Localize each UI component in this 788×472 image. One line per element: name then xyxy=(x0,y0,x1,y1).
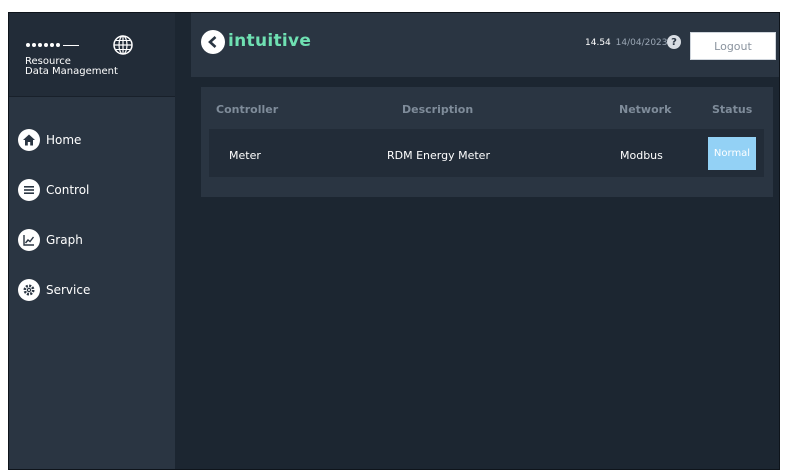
sidebar-item-home[interactable]: Home xyxy=(9,121,175,159)
controller-table: Controller Description Network Status Me… xyxy=(201,87,773,197)
cell-network: Modbus xyxy=(620,149,663,162)
header: intuitive 14.54 14/04/2023 ? Logout xyxy=(191,13,779,77)
gear-icon xyxy=(18,279,40,301)
clock: 14.54 14/04/2023 xyxy=(585,38,668,48)
column-header-controller: Controller xyxy=(216,103,279,116)
brand-name: Resource Data Management xyxy=(25,57,118,77)
clock-date: 14/04/2023 xyxy=(615,38,668,48)
table-row[interactable]: Meter RDM Energy Meter Modbus Normal xyxy=(209,129,764,177)
help-icon[interactable]: ? xyxy=(667,35,681,49)
sidebar-item-label: Graph xyxy=(46,233,83,247)
logout-button[interactable]: Logout xyxy=(690,32,776,60)
graph-icon xyxy=(18,229,40,251)
brand-name-line2: Data Management xyxy=(25,66,118,77)
sidebar-item-graph[interactable]: Graph xyxy=(9,221,175,259)
status-badge: Normal xyxy=(708,137,756,170)
clock-time: 14.54 xyxy=(585,38,611,48)
cell-description: RDM Energy Meter xyxy=(387,149,490,162)
sidebar-item-label: Home xyxy=(46,133,82,147)
column-header-network: Network xyxy=(619,103,672,116)
globe-icon xyxy=(113,35,133,55)
rdm-dots-icon xyxy=(26,43,79,47)
list-icon xyxy=(18,179,40,201)
cell-controller: Meter xyxy=(229,149,261,162)
sidebar: Resource Data Management Home Control Gr… xyxy=(9,13,175,469)
app-logo: intuitive xyxy=(228,31,312,51)
sidebar-item-service[interactable]: Service xyxy=(9,271,175,309)
sidebar-nav: Home Control Graph Service xyxy=(9,121,175,321)
sidebar-item-control[interactable]: Control xyxy=(9,171,175,209)
column-header-description: Description xyxy=(402,103,474,116)
column-header-status: Status xyxy=(712,103,753,116)
sidebar-item-label: Service xyxy=(46,283,91,297)
brand-logo: Resource Data Management xyxy=(9,13,175,97)
back-icon[interactable] xyxy=(201,30,225,54)
home-icon xyxy=(18,129,40,151)
app-frame: Resource Data Management Home Control Gr… xyxy=(8,12,780,470)
sidebar-item-label: Control xyxy=(46,183,90,197)
